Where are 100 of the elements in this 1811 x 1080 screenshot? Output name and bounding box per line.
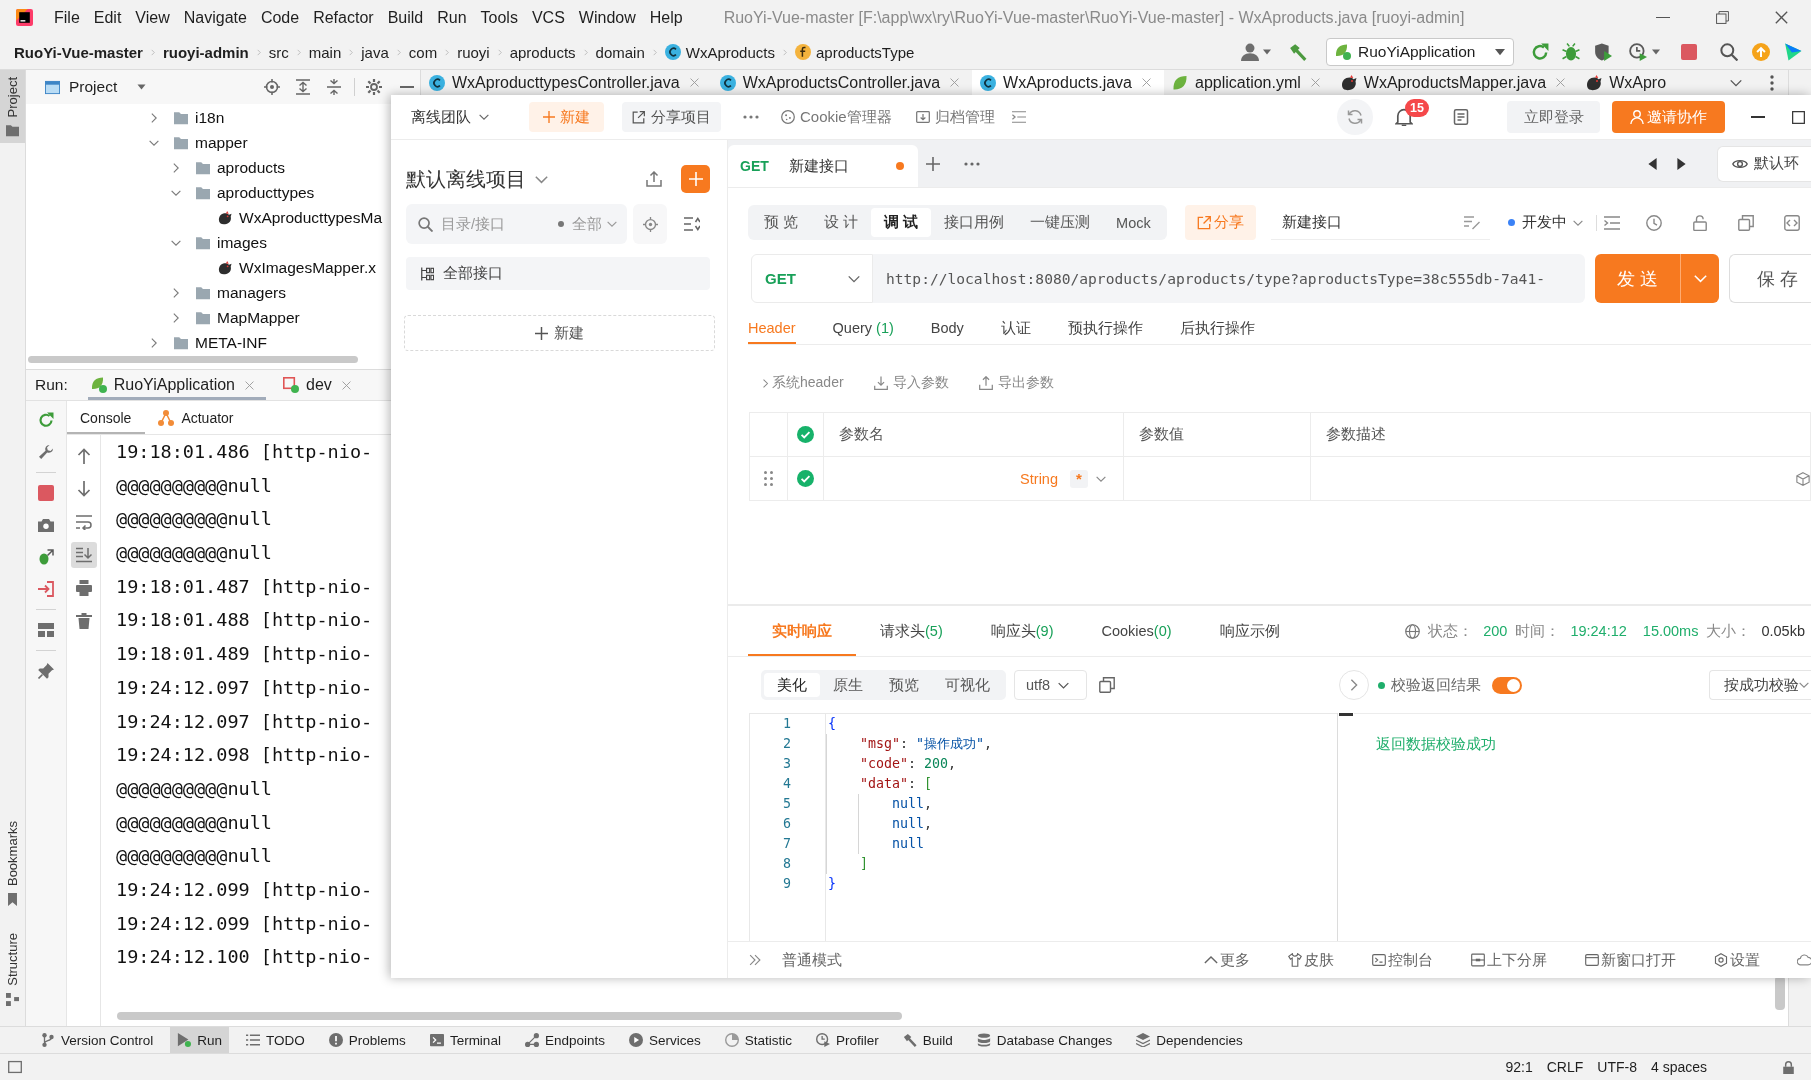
console-tab[interactable]: Console (67, 401, 146, 434)
tool-window-button[interactable]: Problems (321, 1027, 413, 1053)
tree-item[interactable]: aproducts (217, 158, 286, 177)
mode-tab[interactable]: 调 试 (871, 208, 932, 237)
editor-tab[interactable]: WxAproductsMapper.java (1332, 70, 1579, 95)
response-tab[interactable]: 响应头(9) (966, 606, 1078, 656)
status-item[interactable]: UTF-8 (1590, 1059, 1644, 1075)
tree-item[interactable]: WxAproducttypesMa (239, 208, 382, 227)
param-action-button[interactable]: 导出参数 (978, 374, 1054, 392)
mode-tab[interactable]: 一键压测 (1017, 208, 1104, 237)
scrollbar-thumb[interactable] (28, 356, 358, 363)
expand-all-icon[interactable] (295, 79, 311, 95)
menu-item[interactable]: Navigate (176, 6, 254, 29)
breadcrumb[interactable]: RuoYi-Vue-master (14, 43, 143, 61)
bug-arrow-icon[interactable] (38, 549, 54, 565)
tool-window-tab[interactable]: Structure (0, 926, 25, 1012)
team-selector[interactable]: 离线团队 (411, 107, 489, 127)
view-tab[interactable]: 美化 (764, 673, 820, 697)
menu-item[interactable]: View (128, 6, 177, 29)
wrap-icon[interactable] (75, 514, 92, 530)
share-project-button[interactable]: 分享项目 (622, 102, 721, 132)
editor-tab[interactable]: WxAproductsController.java (711, 70, 973, 95)
status-dropdown[interactable]: 开发中 (1507, 213, 1583, 232)
footer-button[interactable]: 新窗口打开 (1585, 950, 1676, 970)
chevron-right-icon[interactable] (149, 337, 159, 348)
url-field[interactable]: http://localhost:8080/aproducts/aproducts/type?aproductsType=38c555db-7a41- (873, 254, 1585, 303)
response-tab[interactable]: 响应示例 (1195, 606, 1304, 656)
view-tab[interactable]: 可视化 (932, 673, 1003, 697)
status-item[interactable]: 92:1 (1498, 1059, 1540, 1075)
sync-button[interactable] (1337, 99, 1373, 135)
clock-icon[interactable] (1645, 214, 1662, 231)
mode-tab[interactable]: 接口用例 (931, 208, 1018, 237)
editor-tab[interactable]: WxAproducttypesController.java (421, 70, 712, 95)
tool-window-button[interactable]: Dependencies (1129, 1027, 1250, 1053)
menu-item[interactable]: Window (571, 6, 643, 29)
tool-window-button[interactable]: Terminal (422, 1027, 508, 1053)
code-icon[interactable] (1783, 214, 1800, 231)
chevron-right-icon[interactable] (171, 287, 181, 298)
cloud-icon[interactable] (1797, 953, 1811, 967)
menu-item[interactable]: File (47, 6, 87, 29)
tree-item[interactable]: managers (217, 283, 286, 302)
layout-icon[interactable] (38, 622, 54, 638)
lock-icon[interactable] (1782, 1060, 1795, 1074)
request-tab[interactable]: GET 新建接口 (728, 145, 918, 187)
add-button[interactable] (681, 165, 710, 193)
tool-window-button[interactable]: Version Control (34, 1027, 161, 1053)
tree-item[interactable]: MapMapper (217, 308, 300, 327)
camera-icon[interactable] (38, 517, 54, 533)
tool-window-tab[interactable]: Bookmarks (0, 814, 25, 913)
menu-item[interactable]: Help (642, 6, 690, 29)
cookie-manager-button[interactable]: Cookie管理器 (781, 107, 892, 127)
indent-icon[interactable] (1603, 214, 1620, 231)
upload-icon[interactable] (646, 171, 662, 187)
menu-item[interactable]: VCS (524, 6, 572, 29)
console-tab[interactable]: Actuator (145, 401, 248, 434)
run-tab[interactable]: RuoYiApplication (87, 370, 266, 400)
footer-button[interactable]: 更多 (1204, 950, 1250, 970)
copy-icon[interactable] (1737, 214, 1754, 231)
note-icon[interactable] (1453, 109, 1469, 125)
close-icon[interactable] (1775, 11, 1788, 24)
param-tab[interactable]: Body (930, 312, 964, 344)
tree-item[interactable]: i18n (195, 108, 225, 127)
edit-icon[interactable] (1463, 214, 1480, 230)
panel-title[interactable]: Project (69, 78, 118, 96)
triangle-right-icon[interactable] (1677, 157, 1686, 170)
more-icon[interactable] (1770, 74, 1774, 91)
tree-item[interactable]: 全部接口 (406, 257, 710, 290)
crosshair-icon[interactable] (264, 79, 280, 95)
new-button[interactable]: 新建 (404, 315, 715, 351)
name-field[interactable]: 新建接口 (1270, 205, 1490, 240)
tool-window-tab[interactable]: Project (0, 70, 25, 144)
param-tab[interactable]: 后执行操作 (1179, 312, 1255, 344)
footer-button[interactable]: 设置 (1714, 950, 1760, 970)
more-icon[interactable] (743, 115, 759, 119)
param-tab[interactable]: 认证 (1000, 312, 1031, 344)
view-tab[interactable]: 预览 (876, 673, 932, 697)
minimize-icon[interactable] (1656, 16, 1670, 19)
breadcrumb[interactable]: ruoyi-admin (162, 43, 249, 61)
triangle-logo-icon[interactable] (1784, 43, 1802, 61)
response-tab[interactable]: Cookies(0) (1077, 606, 1196, 656)
menu-item[interactable]: Run (430, 6, 474, 29)
run-configuration-dropdown[interactable]: RuoYiApplication (1326, 38, 1514, 66)
archive-button[interactable]: 归档管理 (915, 107, 995, 127)
project-selector[interactable]: 默认离线项目 (406, 165, 526, 193)
clock-play-icon[interactable] (1629, 43, 1647, 61)
breadcrumb[interactable]: ruoyi (457, 43, 490, 61)
input-field[interactable] (1311, 457, 1811, 501)
encoding-dropdown[interactable]: utf8 (1014, 670, 1087, 700)
exit-icon[interactable] (38, 581, 54, 597)
checkbox[interactable] (797, 426, 814, 443)
tree-item[interactable]: aproducttypes (217, 183, 315, 202)
breadcrumb[interactable]: aproducts (509, 43, 576, 61)
restore-icon[interactable] (1716, 11, 1729, 24)
checkbox[interactable] (797, 470, 814, 487)
hammer-icon[interactable] (1289, 43, 1307, 61)
drag-handle-icon[interactable] (764, 471, 773, 486)
tree-item[interactable]: META-INF (195, 333, 268, 352)
breadcrumb[interactable]: aproductsType (815, 43, 915, 61)
rerun-icon[interactable] (1531, 43, 1549, 61)
locate-button[interactable] (633, 204, 667, 244)
